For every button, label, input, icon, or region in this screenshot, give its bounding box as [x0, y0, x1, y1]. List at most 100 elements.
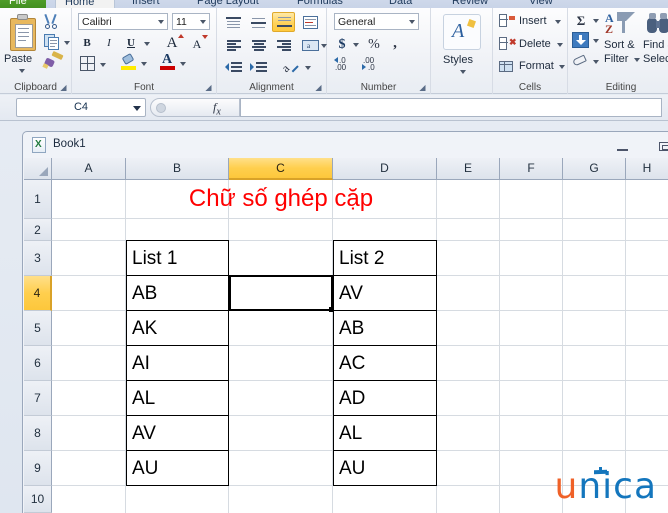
row-header-2[interactable]: 2 — [24, 219, 52, 241]
bottom-align-button[interactable] — [272, 12, 295, 32]
column-header-d[interactable]: D — [333, 158, 437, 180]
cell-b6[interactable]: AI — [126, 345, 229, 381]
column-header-b[interactable]: B — [126, 158, 229, 180]
fill-dropdown-arrow[interactable] — [593, 39, 599, 43]
increase-indent-button[interactable] — [247, 58, 269, 76]
find-select-icon[interactable] — [646, 12, 668, 36]
font-size-combo[interactable]: 11 — [172, 13, 210, 30]
cell-d4[interactable]: AV — [333, 275, 437, 311]
format-label[interactable]: Format — [519, 60, 554, 72]
comma-format-button[interactable]: , — [387, 35, 403, 53]
delete-dropdown-arrow[interactable] — [557, 43, 563, 47]
column-header-g[interactable]: G — [563, 158, 626, 180]
font-color-icon[interactable]: A — [159, 52, 177, 72]
autosum-dropdown-arrow[interactable] — [593, 19, 599, 23]
cell-b3[interactable]: List 1 — [126, 240, 229, 276]
fill-handle[interactable] — [329, 307, 334, 312]
percent-format-button[interactable]: % — [365, 35, 383, 53]
sort-filter-label-2[interactable]: Filter — [604, 53, 628, 65]
delete-cells-icon[interactable]: ✖ — [499, 37, 517, 52]
cell-styles-icon[interactable]: A — [443, 14, 481, 50]
find-select-label-1[interactable]: Find & — [643, 39, 668, 51]
sort-filter-label-1[interactable]: Sort & — [604, 39, 635, 51]
column-header-a[interactable]: A — [52, 158, 126, 180]
row-header-7[interactable]: 7 — [24, 381, 52, 416]
cell-d6[interactable]: AC — [333, 345, 437, 381]
styles-dropdown-arrow[interactable] — [460, 70, 466, 74]
orientation-dropdown-arrow[interactable] — [305, 66, 311, 70]
borders-dropdown-arrow[interactable] — [100, 63, 106, 67]
borders-icon[interactable] — [80, 56, 95, 71]
cell-b9[interactable]: AU — [126, 450, 229, 486]
workbook-minimize-button[interactable] — [611, 138, 633, 153]
increase-decimal-icon[interactable]: .0 .00 — [334, 56, 358, 72]
fill-color-icon[interactable] — [120, 53, 138, 72]
insert-dropdown-arrow[interactable] — [555, 20, 561, 24]
accounting-dropdown-arrow[interactable] — [353, 43, 359, 47]
name-box[interactable]: C4 — [16, 98, 146, 117]
autosum-button[interactable]: Σ — [572, 12, 590, 28]
accounting-format-button[interactable]: $ — [334, 35, 350, 53]
row-header-5[interactable]: 5 — [24, 311, 52, 346]
formula-input[interactable] — [240, 98, 662, 117]
row-header-3[interactable]: 3 — [24, 241, 52, 276]
clear-dropdown-arrow[interactable] — [593, 60, 599, 64]
cell-d8[interactable]: AL — [333, 415, 437, 451]
bold-button[interactable]: B — [78, 34, 96, 52]
sheet-title-text[interactable]: Chữ số ghép cặp — [126, 180, 436, 218]
column-header-c[interactable]: C — [229, 158, 333, 180]
underline-button[interactable]: U — [122, 34, 140, 52]
cell-d3[interactable]: List 2 — [333, 240, 437, 276]
italic-button[interactable]: I — [100, 34, 118, 52]
number-format-combo[interactable]: General — [334, 13, 419, 30]
row-header-1[interactable]: 1 — [24, 180, 52, 219]
paste-icon[interactable] — [8, 14, 38, 52]
underline-dropdown-arrow[interactable] — [144, 42, 150, 46]
cut-icon[interactable] — [44, 13, 60, 30]
row-header-6[interactable]: 6 — [24, 346, 52, 381]
fill-color-dropdown-arrow[interactable] — [141, 62, 147, 66]
select-all-corner[interactable] — [24, 158, 52, 180]
row-header-9[interactable]: 9 — [24, 451, 52, 486]
decrease-indent-button[interactable] — [222, 58, 244, 76]
chevron-down-icon[interactable] — [409, 20, 415, 24]
chevron-down-icon[interactable] — [158, 20, 164, 24]
fill-icon[interactable] — [572, 32, 589, 48]
orientation-button[interactable]: a — [278, 58, 301, 76]
middle-align-button[interactable] — [247, 13, 269, 31]
cell-d5[interactable]: AB — [333, 310, 437, 346]
alignment-dialog-launcher[interactable]: ◢ — [314, 83, 323, 92]
insert-function-icon[interactable]: fx — [213, 100, 221, 117]
clipboard-dialog-launcher[interactable]: ◢ — [59, 83, 68, 92]
align-center-button[interactable] — [247, 36, 269, 54]
copy-icon[interactable] — [44, 34, 62, 50]
chevron-down-icon[interactable] — [200, 20, 206, 24]
font-name-combo[interactable]: Calibri — [78, 13, 168, 30]
align-right-button[interactable] — [272, 36, 294, 54]
cell-b8[interactable]: AV — [126, 415, 229, 451]
cell-b4[interactable]: AB — [126, 275, 229, 311]
cell-d9[interactable]: AU — [333, 450, 437, 486]
insert-cells-icon[interactable] — [499, 14, 515, 29]
name-box-chevron-icon[interactable] — [133, 106, 141, 111]
row-header-8[interactable]: 8 — [24, 416, 52, 451]
decrease-decimal-icon[interactable]: .00 .0 — [362, 56, 386, 72]
top-align-button[interactable] — [222, 13, 244, 31]
delete-label[interactable]: Delete — [519, 38, 551, 50]
align-left-button[interactable] — [222, 36, 244, 54]
column-header-f[interactable]: F — [500, 158, 563, 180]
styles-label[interactable]: Styles — [443, 54, 473, 66]
selected-cell-c4[interactable] — [229, 275, 334, 312]
cell-d7[interactable]: AD — [333, 380, 437, 416]
clear-icon[interactable] — [572, 54, 590, 69]
row-header-10[interactable]: 10 — [24, 486, 52, 513]
find-select-label-2[interactable]: Select — [643, 53, 668, 65]
insert-label[interactable]: Insert — [519, 15, 547, 27]
row-header-4[interactable]: 4 — [24, 276, 52, 311]
format-painter-icon[interactable] — [42, 50, 64, 69]
cell-area[interactable]: Chữ số ghép cặp List 1 AB AK AI AL AV AU… — [52, 180, 668, 513]
number-dialog-launcher[interactable]: ◢ — [418, 83, 427, 92]
cell-b5[interactable]: AK — [126, 310, 229, 346]
cell-b7[interactable]: AL — [126, 380, 229, 416]
column-header-h[interactable]: H — [626, 158, 668, 180]
